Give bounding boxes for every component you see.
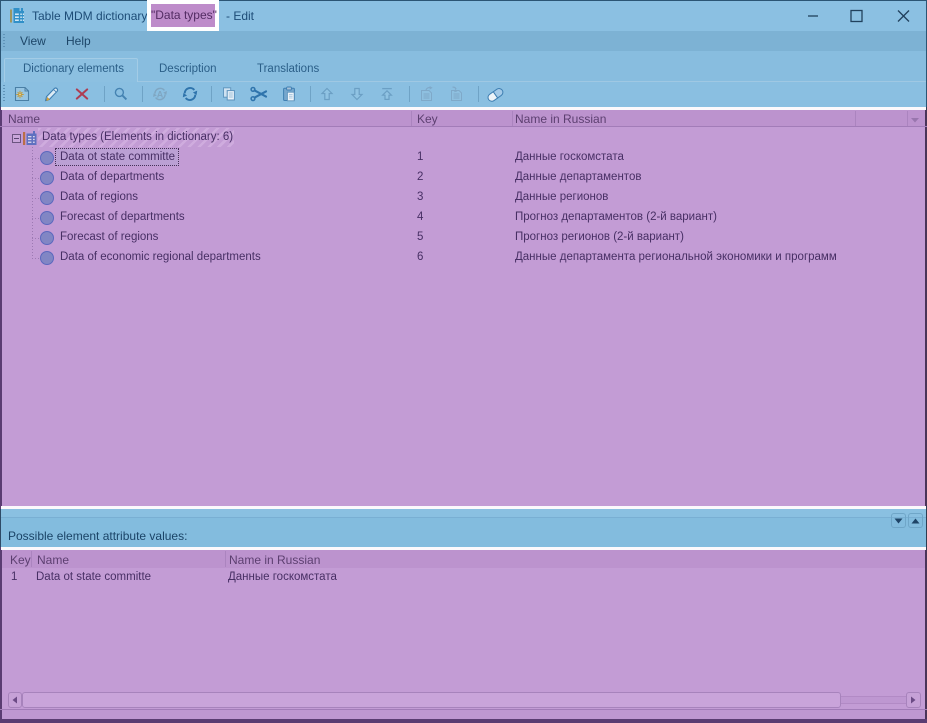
svg-text:A: A <box>157 89 164 99</box>
